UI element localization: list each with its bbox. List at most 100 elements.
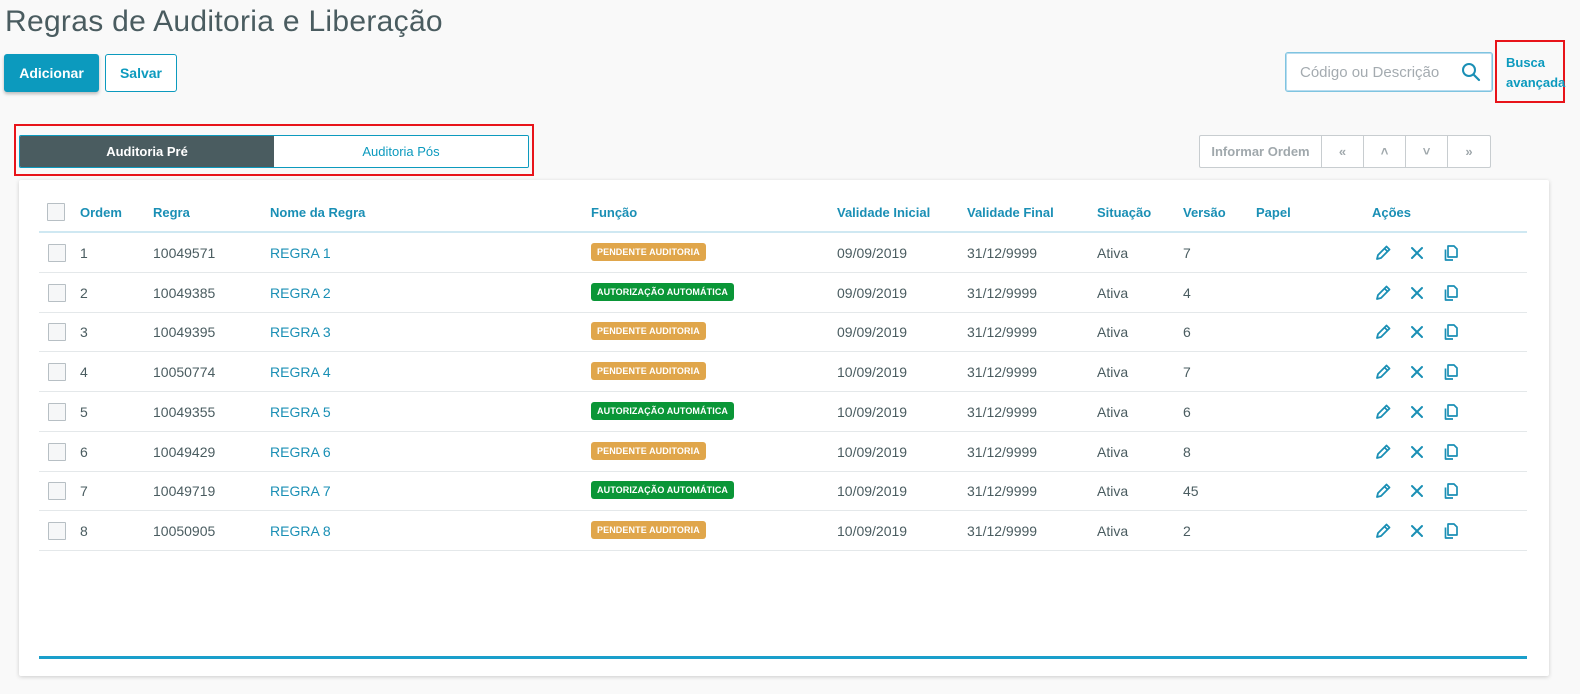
cell-nome-link[interactable]: REGRA 6 — [270, 444, 331, 460]
tab-auditoria-pos[interactable]: Auditoria Pós — [274, 136, 528, 167]
cell-validade-inicial: 10/09/2019 — [837, 522, 908, 539]
delete-button[interactable] — [1406, 242, 1428, 264]
column-header-validade-final[interactable]: Validade Final — [967, 205, 1054, 220]
edit-button[interactable] — [1372, 480, 1394, 502]
pencil-icon — [1376, 523, 1391, 538]
duplicate-button[interactable] — [1440, 441, 1462, 463]
duplicate-button[interactable] — [1440, 282, 1462, 304]
cell-nome-link[interactable]: REGRA 3 — [270, 324, 331, 340]
duplicate-button[interactable] — [1440, 520, 1462, 542]
table-row: 3 10049395 REGRA 3 PENDENTE AUDITORIA 09/09/… — [39, 312, 1527, 353]
column-header-versao[interactable]: Versão — [1183, 205, 1226, 220]
column-header-acoes: Ações — [1372, 205, 1412, 220]
cell-regra: 10049429 — [153, 443, 216, 460]
cell-validade-inicial: 10/09/2019 — [837, 483, 908, 500]
advanced-search-link[interactable]: Busca avançada — [1506, 53, 1565, 93]
cell-nome-link[interactable]: REGRA 7 — [270, 483, 331, 499]
set-order-button[interactable]: Informar Ordem — [1200, 136, 1322, 167]
delete-button[interactable] — [1406, 321, 1428, 343]
row-checkbox[interactable] — [48, 521, 66, 540]
pencil-icon — [1376, 404, 1391, 419]
table-row: 5 10049355 REGRA 5 AUTORIZAÇÃO AUTOMÁTICA 10… — [39, 392, 1527, 432]
edit-button[interactable] — [1372, 520, 1394, 542]
duplicate-button[interactable] — [1440, 401, 1462, 423]
column-header-validade-inicial[interactable]: Validade Inicial — [837, 205, 930, 220]
delete-button[interactable] — [1406, 361, 1428, 383]
cell-situacao: Ativa — [1097, 483, 1129, 500]
cell-nome-link[interactable]: REGRA 8 — [270, 523, 331, 539]
duplicate-button[interactable] — [1440, 480, 1462, 502]
move-down-button[interactable]: ˅ — [1406, 136, 1448, 167]
audit-tabs: Auditoria Pré Auditoria Pós — [19, 135, 529, 168]
tab-auditoria-pre[interactable]: Auditoria Pré — [20, 136, 274, 167]
search-input[interactable] — [1286, 53, 1451, 91]
move-first-button[interactable]: « — [1322, 136, 1364, 167]
edit-button[interactable] — [1372, 242, 1394, 264]
copy-icon — [1444, 483, 1458, 500]
select-all-checkbox[interactable] — [47, 203, 65, 221]
cell-validade-inicial: 10/09/2019 — [837, 443, 908, 460]
cell-validade-inicial: 10/09/2019 — [837, 364, 908, 381]
delete-button[interactable] — [1406, 282, 1428, 304]
row-checkbox[interactable] — [48, 482, 66, 501]
cell-nome-link[interactable]: REGRA 4 — [270, 364, 331, 380]
cell-nome-link[interactable]: REGRA 5 — [270, 404, 331, 420]
table-row: 1 10049571 REGRA 1 PENDENTE AUDITORIA 09/09/… — [39, 233, 1527, 273]
delete-button[interactable] — [1406, 480, 1428, 502]
cell-validade-final: 31/12/9999 — [967, 324, 1038, 341]
column-header-papel[interactable]: Papel — [1256, 205, 1291, 220]
column-header-funcao[interactable]: Função — [591, 205, 637, 220]
row-checkbox[interactable] — [48, 363, 66, 382]
column-header-situacao[interactable]: Situação — [1097, 205, 1151, 220]
rules-table-card: Ordem Regra Nome da Regra Função Validad… — [19, 180, 1549, 676]
cell-ordem: 5 — [80, 403, 88, 420]
cell-versao: 4 — [1183, 284, 1191, 301]
edit-button[interactable] — [1372, 361, 1394, 383]
pencil-icon — [1376, 324, 1391, 340]
table-row: 4 10050774 REGRA 4 PENDENTE AUDITORIA 10/09/… — [39, 352, 1527, 393]
duplicate-button[interactable] — [1440, 242, 1462, 264]
pencil-icon — [1376, 245, 1391, 260]
search-icon — [1462, 63, 1481, 82]
search-button[interactable] — [1451, 53, 1491, 91]
move-last-button[interactable]: » — [1448, 136, 1490, 167]
edit-button[interactable] — [1372, 321, 1394, 343]
column-header-nome[interactable]: Nome da Regra — [270, 205, 365, 220]
move-up-button[interactable]: ˄ — [1364, 136, 1406, 167]
add-button[interactable]: Adicionar — [4, 54, 99, 92]
row-checkbox[interactable] — [48, 323, 66, 342]
pencil-icon — [1376, 285, 1391, 300]
copy-icon — [1444, 403, 1458, 420]
edit-button[interactable] — [1372, 282, 1394, 304]
cell-nome-link[interactable]: REGRA 2 — [270, 285, 331, 301]
row-checkbox[interactable] — [48, 283, 66, 302]
cell-ordem: 4 — [80, 364, 88, 381]
delete-button[interactable] — [1406, 520, 1428, 542]
duplicate-button[interactable] — [1440, 361, 1462, 383]
row-checkbox[interactable] — [48, 244, 66, 262]
cell-ordem: 8 — [80, 522, 88, 539]
cell-nome-link[interactable]: REGRA 1 — [270, 245, 331, 261]
cell-versao: 7 — [1183, 364, 1191, 381]
save-button[interactable]: Salvar — [105, 54, 177, 92]
column-header-ordem[interactable]: Ordem — [80, 205, 122, 220]
cell-validade-inicial: 10/09/2019 — [837, 403, 908, 420]
edit-button[interactable] — [1372, 401, 1394, 423]
row-checkbox[interactable] — [48, 402, 66, 421]
cell-validade-final: 31/12/9999 — [967, 522, 1038, 539]
copy-icon — [1444, 523, 1458, 539]
cell-versao: 2 — [1183, 522, 1191, 539]
column-header-regra[interactable]: Regra — [153, 205, 190, 220]
row-checkbox[interactable] — [48, 442, 66, 461]
table-row: 2 10049385 REGRA 2 AUTORIZAÇÃO AUTOMÁTICA 09… — [39, 273, 1527, 313]
delete-button[interactable] — [1406, 401, 1428, 423]
cell-ordem: 3 — [80, 324, 88, 341]
delete-button[interactable] — [1406, 441, 1428, 463]
edit-button[interactable] — [1372, 441, 1394, 463]
status-badge: AUTORIZAÇÃO AUTOMÁTICA — [591, 282, 735, 301]
cell-versao: 8 — [1183, 443, 1191, 460]
cell-validade-final: 31/12/9999 — [967, 483, 1038, 500]
duplicate-button[interactable] — [1440, 321, 1462, 343]
table-row: 7 10049719 REGRA 7 AUTORIZAÇÃO AUTOMÁTICA 10… — [39, 471, 1527, 512]
cell-validade-inicial: 09/09/2019 — [837, 284, 908, 301]
